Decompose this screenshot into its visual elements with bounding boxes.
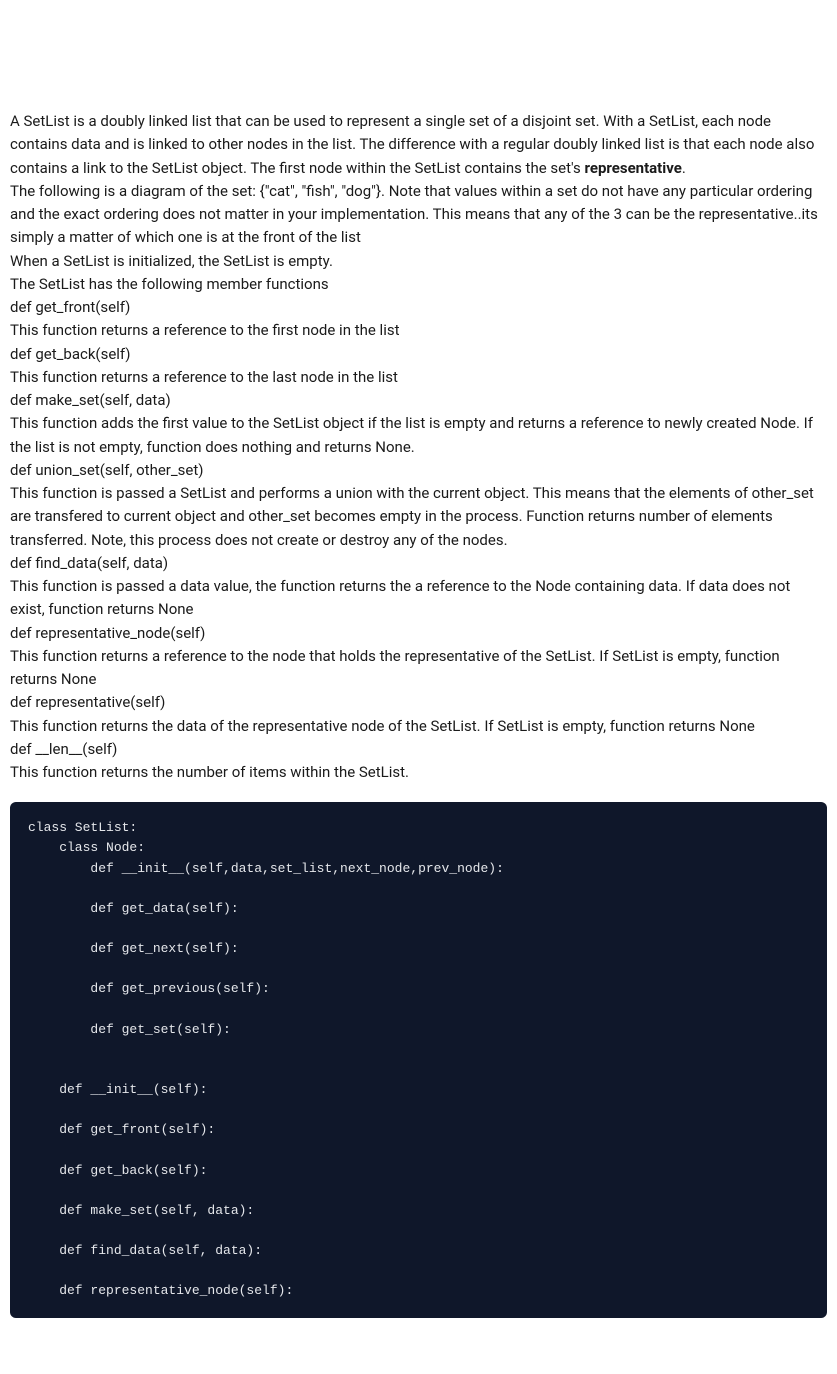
function-description: This function returns the number of item…	[10, 761, 827, 784]
function-signature: def __len__(self)	[10, 738, 827, 761]
function-signature: def get_front(self)	[10, 296, 827, 319]
function-signature: def make_set(self, data)	[10, 389, 827, 412]
intro-text-1c: .	[682, 159, 686, 177]
function-description: This function returns the data of the re…	[10, 715, 827, 738]
function-signature: def get_back(self)	[10, 343, 827, 366]
function-description: This function returns a reference to the…	[10, 319, 827, 342]
function-description: This function is passed a SetList and pe…	[10, 482, 827, 552]
function-signature: def representative_node(self)	[10, 622, 827, 645]
document-body: A SetList is a doubly linked list that c…	[10, 110, 827, 1318]
intro-paragraph-4: The SetList has the following member fun…	[10, 273, 827, 296]
function-description: This function returns a reference to the…	[10, 366, 827, 389]
function-description: This function adds the first value to th…	[10, 412, 827, 459]
function-signature: def representative(self)	[10, 691, 827, 714]
intro-paragraph-1: A SetList is a doubly linked list that c…	[10, 110, 827, 180]
functions-list: def get_front(self)This function returns…	[10, 296, 827, 784]
intro-text-1a: A SetList is a doubly linked list that c…	[10, 112, 814, 177]
intro-text-1b-bold: representative	[585, 159, 682, 177]
function-description: This function is passed a data value, th…	[10, 575, 827, 622]
function-signature: def union_set(self, other_set)	[10, 459, 827, 482]
code-block: class SetList: class Node: def __init__(…	[10, 802, 827, 1317]
intro-paragraph-3: When a SetList is initialized, the SetLi…	[10, 250, 827, 273]
intro-paragraph-2: The following is a diagram of the set: {…	[10, 180, 827, 250]
function-signature: def find_data(self, data)	[10, 552, 827, 575]
function-description: This function returns a reference to the…	[10, 645, 827, 692]
